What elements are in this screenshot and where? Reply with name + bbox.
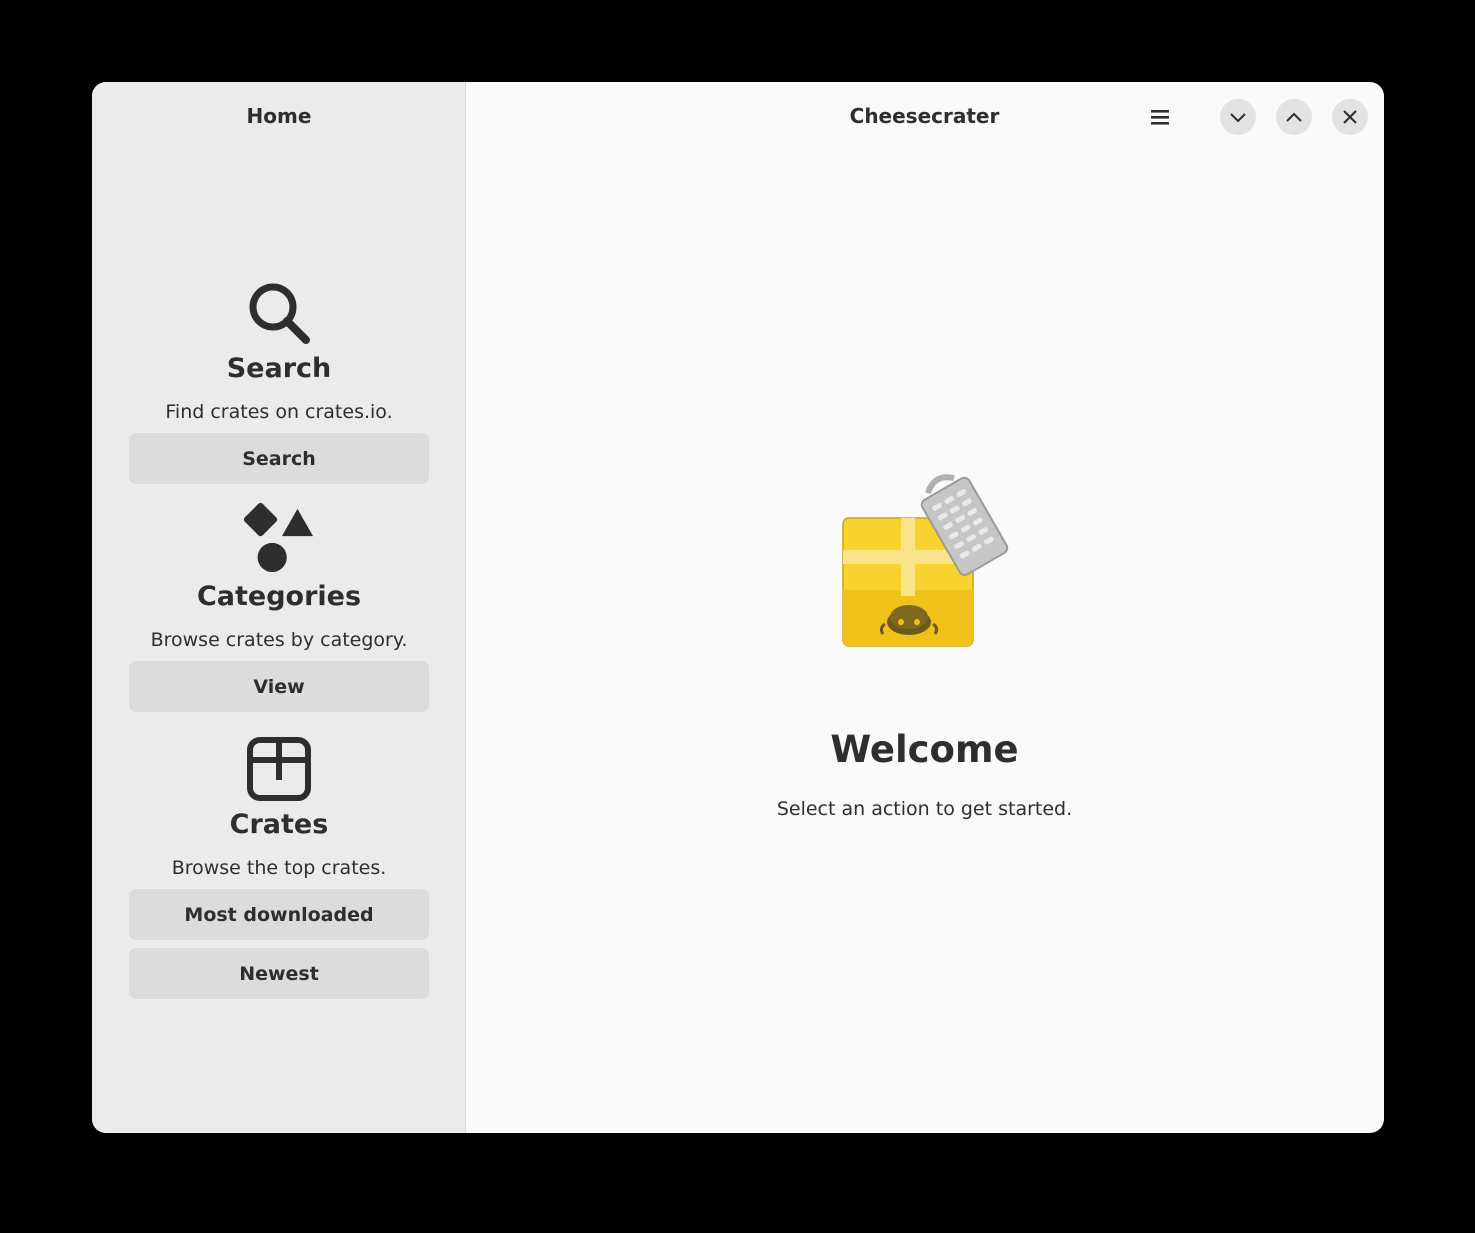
chevron-down-icon <box>1230 113 1246 123</box>
chevron-up-icon <box>1286 112 1302 122</box>
categories-description: Browse crates by category. <box>150 629 408 651</box>
sidebar: Home Search Find crates on crates.io. Se… <box>92 82 466 1133</box>
maximize-button[interactable] <box>1276 99 1312 135</box>
search-button[interactable]: Search <box>129 433 429 484</box>
welcome-description: Select an action to get started. <box>776 798 1073 820</box>
search-section: Search Find crates on crates.io. Search <box>92 278 466 484</box>
header-controls <box>1142 99 1368 135</box>
crates-description: Browse the top crates. <box>171 857 387 879</box>
welcome-panel: Welcome Select an action to get started. <box>466 472 1383 820</box>
shapes-icon <box>244 502 314 576</box>
app-logo-icon <box>837 472 1013 656</box>
main-menu-button[interactable] <box>1142 99 1178 135</box>
newest-button[interactable]: Newest <box>129 948 429 999</box>
welcome-title: Welcome <box>830 728 1019 771</box>
close-button[interactable] <box>1332 99 1368 135</box>
search-heading: Search <box>226 353 332 384</box>
categories-heading: Categories <box>196 581 362 612</box>
sidebar-title: Home <box>246 104 312 128</box>
most-downloaded-button[interactable]: Most downloaded <box>129 889 429 940</box>
search-icon <box>244 278 314 348</box>
crate-icon <box>244 734 314 804</box>
crates-section: Crates Browse the top crates. Most downl… <box>92 734 466 999</box>
close-icon <box>1343 110 1357 124</box>
app-window: Home Search Find crates on crates.io. Se… <box>92 82 1384 1133</box>
view-categories-button[interactable]: View <box>129 661 429 712</box>
categories-section: Categories Browse crates by category. Vi… <box>92 502 466 712</box>
crates-heading: Crates <box>229 809 329 840</box>
main-content: Cheesecrater Welcome Select an action to… <box>466 82 1384 1133</box>
hamburger-icon <box>1151 110 1169 125</box>
minimize-button[interactable] <box>1220 99 1256 135</box>
search-description: Find crates on crates.io. <box>165 401 393 423</box>
